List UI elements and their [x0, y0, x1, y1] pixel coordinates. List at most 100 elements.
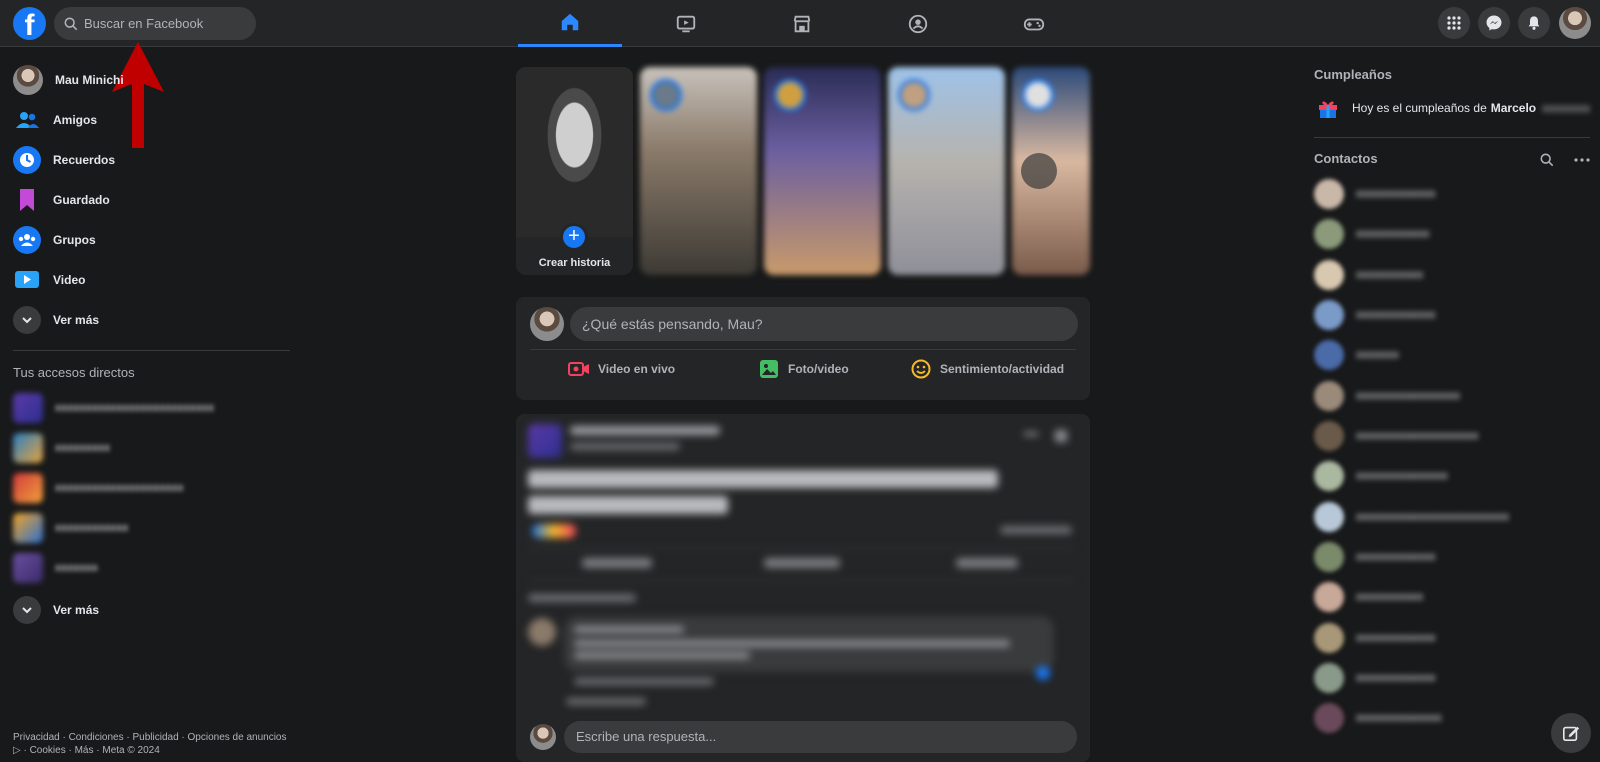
photo-video-button[interactable]: Foto/video: [758, 360, 849, 378]
shortcut-label: xxxxxxxxxxxxxxxxxxxxxxxxxx: [55, 402, 215, 414]
story-card[interactable]: [640, 67, 757, 275]
create-story-card[interactable]: + Crear historia: [516, 67, 633, 275]
tab-gaming[interactable]: [982, 0, 1086, 47]
footer-line-2[interactable]: ▷ · Cookies · Más · Meta © 2024: [13, 744, 293, 757]
birthday-surname-blurred: xxxxxxxx: [1542, 101, 1591, 115]
sidebar-item-label: Grupos: [53, 233, 96, 247]
messenger-button[interactable]: [1478, 7, 1510, 39]
story-user-photo: [516, 67, 633, 237]
sidebar-item-label: Guardado: [53, 193, 110, 207]
live-video-button[interactable]: Video en vivo: [568, 360, 675, 378]
shortcut-label: xxxxxxx: [55, 562, 98, 574]
friends-icon: [13, 106, 41, 134]
contacts-title: Contactos: [1314, 151, 1378, 166]
facebook-logo[interactable]: f: [13, 7, 46, 40]
sidebar-item-groups[interactable]: Grupos: [13, 222, 96, 258]
shortcut-thumbnail: [13, 433, 43, 463]
live-video-icon: [568, 360, 590, 378]
feeling-icon: [910, 359, 932, 379]
sidebar-item-label: Video: [53, 273, 86, 287]
tab-marketplace[interactable]: [750, 0, 854, 47]
new-message-button[interactable]: [1551, 713, 1591, 753]
sidebar-item-saved[interactable]: Guardado: [13, 182, 110, 218]
create-story-label: Crear historia: [538, 257, 611, 269]
sidebar-item-label: Amigos: [53, 113, 98, 127]
sidebar-item-memories[interactable]: Recuerdos: [13, 142, 115, 178]
shortcut-item[interactable]: xxxxxxx: [13, 550, 98, 586]
marketplace-icon: [793, 15, 811, 32]
story-card[interactable]: [888, 67, 1005, 275]
contact-item[interactable]: xxxxxxxxxxxxx: [1314, 176, 1436, 212]
profile-avatar[interactable]: [1559, 7, 1591, 39]
contact-item[interactable]: xxxxxxxxxxxxxx: [1314, 700, 1442, 736]
contact-item[interactable]: xxxxxxxxxxx: [1314, 579, 1423, 615]
gift-icon: [1319, 101, 1337, 118]
tab-groups[interactable]: [866, 0, 970, 47]
contact-item[interactable]: xxxxxxx: [1314, 337, 1399, 373]
sidebar-item-profile[interactable]: Mau Minichi: [13, 62, 124, 98]
shortcut-label: xxxxxxxxxxxxxxxxxxxxx: [55, 482, 184, 494]
add-story-button[interactable]: +: [560, 223, 588, 251]
contact-item[interactable]: xxxxxxxxxxxxx: [1314, 539, 1436, 575]
contact-item[interactable]: xxxxxxxxxxxxx: [1314, 620, 1436, 656]
sidebar-see-more[interactable]: Ver más: [13, 302, 99, 338]
compose-icon: [1562, 726, 1580, 742]
contact-item[interactable]: xxxxxxxxxxxxxxxxx: [1314, 378, 1460, 414]
shortcut-thumbnail: [13, 553, 43, 583]
contact-item[interactable]: xxxxxxxxxxxxxxxxxxxx: [1314, 418, 1478, 454]
more-options-icon[interactable]: [1574, 157, 1590, 163]
shortcuts-title: Tus accesos directos: [13, 365, 135, 380]
notifications-button[interactable]: [1518, 7, 1550, 39]
shortcuts-see-more[interactable]: Ver más: [13, 592, 99, 628]
sidebar-item-friends[interactable]: Amigos: [13, 102, 97, 138]
stories-next-button[interactable]: [1021, 153, 1057, 189]
contact-item[interactable]: xxxxxxxxxxxxxxxxxxxxxxxxx: [1314, 499, 1509, 535]
search-icon[interactable]: [1540, 153, 1554, 167]
birthday-notice[interactable]: Hoy es el cumpleaños de Marcelo xxxxxxxx: [1316, 96, 1590, 120]
photo-icon: [758, 360, 780, 378]
reply-input[interactable]: Escribe una respuesta...: [564, 721, 1077, 753]
story-card[interactable]: [764, 67, 881, 275]
shortcut-thumbnail: [13, 473, 43, 503]
tab-watch[interactable]: [634, 0, 738, 47]
story-avatar: [650, 79, 682, 111]
shortcut-item[interactable]: xxxxxxxxx: [13, 430, 110, 466]
sidebar-divider: [13, 350, 290, 351]
user-avatar: [13, 65, 43, 95]
search-box[interactable]: [54, 7, 256, 40]
see-more-label: Ver más: [53, 603, 100, 617]
photo-video-label: Foto/video: [788, 362, 849, 376]
sidebar-item-label: Recuerdos: [53, 153, 116, 167]
sidebar-item-video[interactable]: Video: [13, 262, 85, 298]
birthday-text: Hoy es el cumpleaños de: [1352, 101, 1487, 115]
birthdays-title: Cumpleaños: [1314, 67, 1393, 82]
menu-button[interactable]: [1438, 7, 1470, 39]
chevron-down-icon: [13, 306, 41, 334]
contact-item[interactable]: xxxxxxxxxxxx: [1314, 216, 1429, 252]
birthday-name: Marcelo: [1490, 101, 1537, 115]
video-icon: [13, 266, 41, 294]
contact-item[interactable]: xxxxxxxxxxxxx: [1314, 297, 1436, 333]
shortcut-item[interactable]: xxxxxxxxxxxxxxxxxxxxx: [13, 470, 183, 506]
footer-line-1[interactable]: Privacidad · Condiciones · Publicidad · …: [13, 731, 293, 744]
search-input[interactable]: [84, 16, 244, 31]
live-video-label: Video en vivo: [598, 362, 676, 376]
contact-item[interactable]: xxxxxxxxxxxxx: [1314, 660, 1436, 696]
shortcut-thumbnail: [13, 513, 43, 543]
messenger-icon: [1486, 15, 1502, 31]
contact-item[interactable]: xxxxxxxxxxx: [1314, 257, 1423, 293]
composer-input[interactable]: ¿Qué estás pensando, Mau?: [570, 307, 1078, 341]
shortcut-item[interactable]: xxxxxxxxxxxxxxxxxxxxxxxxxx: [13, 390, 214, 426]
feeling-activity-button[interactable]: Sentimiento/actividad: [910, 359, 1064, 379]
see-more-label: Ver más: [53, 313, 100, 327]
home-icon: [561, 13, 579, 31]
right-divider: [1314, 137, 1590, 138]
shortcut-thumbnail: [13, 393, 43, 423]
chevron-down-icon: [13, 596, 41, 624]
shortcut-item[interactable]: xxxxxxxxxxxx: [13, 510, 128, 546]
tab-home[interactable]: [518, 0, 622, 47]
composer-avatar: [530, 307, 564, 341]
footer-links[interactable]: Privacidad · Condiciones · Publicidad · …: [13, 731, 293, 757]
contact-item[interactable]: xxxxxxxxxxxxxxx: [1314, 458, 1448, 494]
gaming-icon: [1023, 18, 1045, 30]
